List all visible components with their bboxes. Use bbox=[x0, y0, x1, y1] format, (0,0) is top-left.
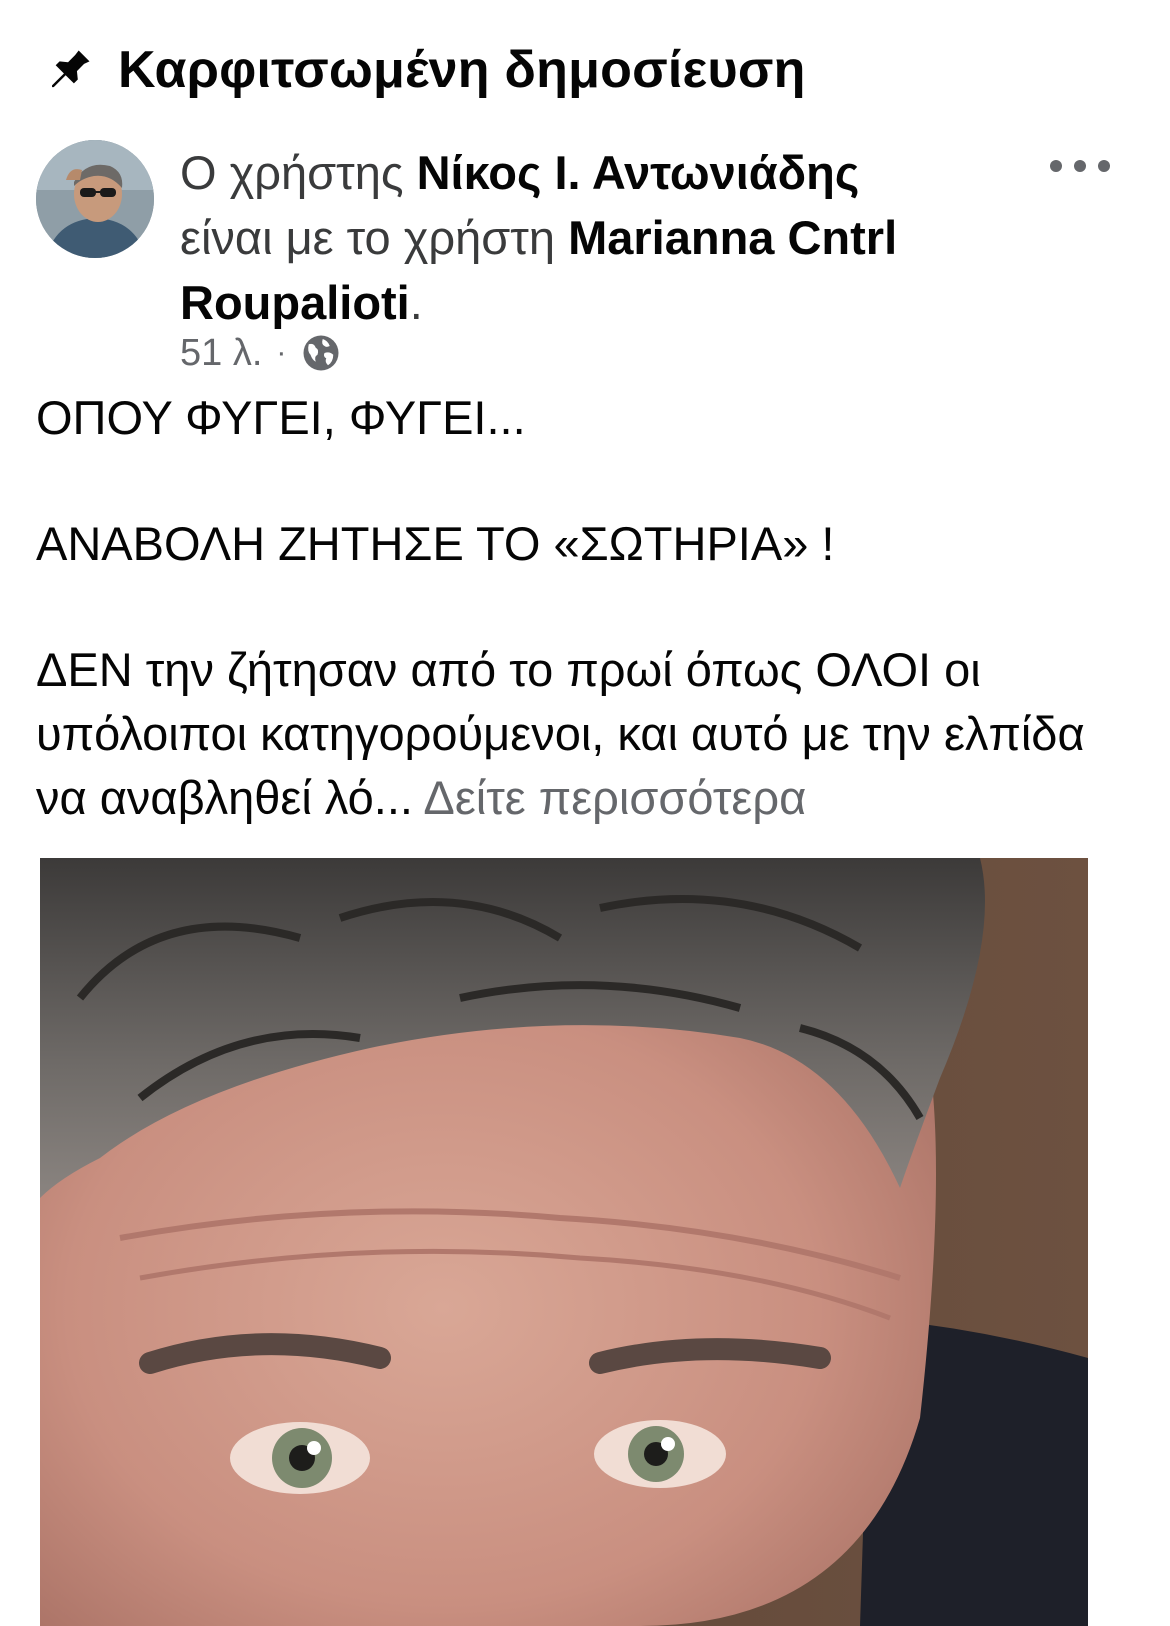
post-photo-image bbox=[40, 858, 1088, 1626]
post-timestamp[interactable]: 51 λ. bbox=[180, 332, 262, 375]
post-paragraph: ΟΠΟΥ ΦΥΓΕΙ, ΦΥΓΕΙ... bbox=[36, 391, 526, 444]
post-meta: 51 λ. · bbox=[180, 330, 342, 376]
post-paragraph: ΑΝΑΒΟΛΗ ΖΗΤΗΣΕ ΤΟ «ΣΩΤΗΡΙΑ» ! bbox=[36, 517, 835, 570]
globe-icon[interactable] bbox=[300, 332, 342, 374]
with-text: είναι με το χρήστη bbox=[180, 211, 556, 264]
more-options-icon[interactable] bbox=[1050, 148, 1110, 184]
more-dot bbox=[1050, 160, 1062, 172]
more-dot bbox=[1074, 160, 1086, 172]
pinned-post-header: Καρφιτσωμένη δημοσίευση bbox=[44, 30, 806, 110]
meta-separator: · bbox=[276, 336, 287, 369]
author-name-link[interactable]: Νίκος Ι. Αντωνιάδης bbox=[417, 146, 860, 199]
author-prefix: Ο χρήστης bbox=[180, 146, 404, 199]
post-body: ΟΠΟΥ ΦΥΓΕΙ, ΦΥΓΕΙ... ΑΝΑΒΟΛΗ ΖΗΤΗΣΕ ΤΟ «… bbox=[36, 386, 1136, 830]
post-paragraph-truncated: ΔΕΝ την ζήτησαν από το πρωί όπως ΟΛΟΙ οι… bbox=[36, 638, 1136, 830]
post-photo[interactable] bbox=[40, 858, 1088, 1626]
tagged-suffix: . bbox=[409, 276, 423, 329]
pin-icon bbox=[44, 44, 96, 96]
more-dot bbox=[1098, 160, 1110, 172]
see-more-link[interactable]: Δείτε περισσότερα bbox=[423, 771, 806, 824]
pinned-post-title: Καρφιτσωμένη δημοσίευση bbox=[118, 41, 806, 99]
post-author-line: Ο χρήστης Νίκος Ι. Αντωνιάδης είναι με τ… bbox=[180, 140, 1050, 335]
author-avatar[interactable] bbox=[36, 140, 154, 258]
